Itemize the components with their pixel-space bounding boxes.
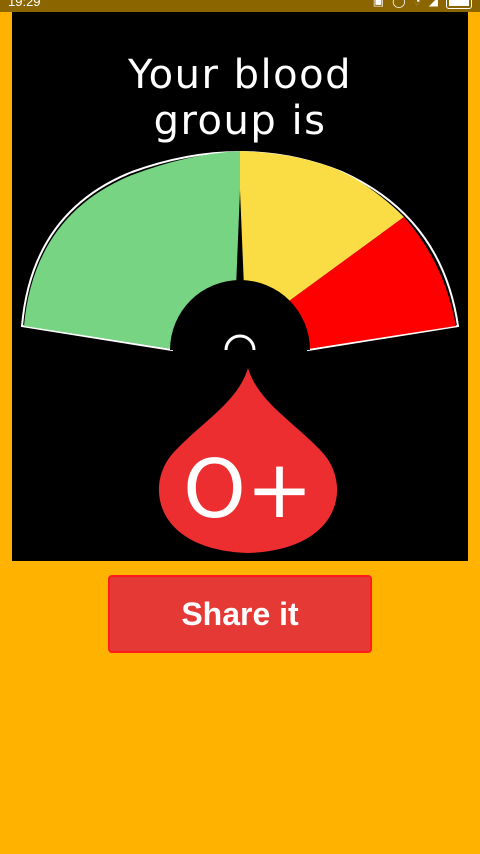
sim-icon: ▣	[372, 0, 385, 8]
status-icons: ▣ ◯ ◔ ◢	[372, 0, 472, 9]
status-bar: 19:29 ▣ ◯ ◔ ◢	[0, 0, 480, 12]
wifi-icon: ◔	[413, 0, 421, 8]
alarm-icon: ◯	[392, 0, 406, 8]
blood-group-value: O+	[183, 443, 313, 536]
result-card: Your blood group is O+	[12, 12, 468, 561]
signal-icon: ◢	[428, 0, 438, 8]
share-button[interactable]: Share it	[108, 575, 372, 653]
blood-drop: O+	[158, 368, 338, 553]
status-time: 19:29	[8, 0, 41, 9]
battery-icon	[446, 0, 472, 9]
